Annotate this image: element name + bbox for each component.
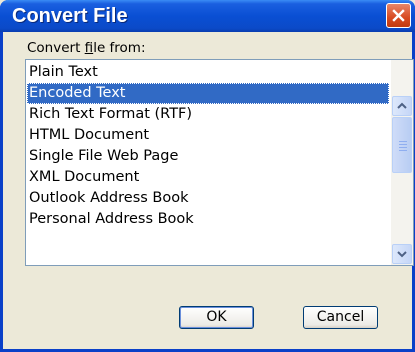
thumb-grip-line bbox=[399, 150, 407, 151]
list-item-single-file-web-page[interactable]: Single File Web Page bbox=[27, 146, 389, 167]
accelerator-key: f bbox=[84, 40, 94, 56]
file-format-listbox[interactable]: Plain Text Encoded Text Rich Text Format… bbox=[25, 59, 414, 266]
list-item-plain-text[interactable]: Plain Text bbox=[27, 62, 389, 83]
close-icon bbox=[392, 9, 405, 22]
chevron-up-icon bbox=[397, 102, 407, 109]
convert-file-dialog: Convert File Convert file from: Plain Te… bbox=[0, 0, 415, 352]
list-item-html-document[interactable]: HTML Document bbox=[27, 125, 389, 146]
scroll-down-button[interactable] bbox=[392, 244, 412, 264]
thumb-grip-line bbox=[399, 141, 407, 142]
ok-button[interactable]: OK bbox=[179, 306, 254, 329]
scroll-up-button[interactable] bbox=[392, 96, 412, 116]
dialog-title: Convert File bbox=[12, 5, 128, 27]
list-item-outlook-address-book[interactable]: Outlook Address Book bbox=[27, 188, 389, 209]
chevron-down-icon bbox=[397, 251, 407, 258]
list-item-personal-address-book[interactable]: Personal Address Book bbox=[27, 209, 389, 230]
file-format-list: Plain Text Encoded Text Rich Text Format… bbox=[27, 62, 389, 230]
list-item-rtf[interactable]: Rich Text Format (RTF) bbox=[27, 104, 389, 125]
close-button[interactable] bbox=[386, 3, 411, 28]
cancel-button[interactable]: Cancel bbox=[303, 306, 378, 329]
title-bar[interactable]: Convert File bbox=[0, 0, 415, 32]
thumb-grip-line bbox=[399, 144, 407, 145]
list-item-encoded-text[interactable]: Encoded Text bbox=[27, 83, 389, 104]
vertical-scrollbar[interactable] bbox=[391, 60, 413, 265]
list-item-xml-document[interactable]: XML Document bbox=[27, 167, 389, 188]
thumb-grip-line bbox=[399, 147, 407, 148]
convert-from-label: Convert file from: bbox=[27, 40, 146, 56]
scroll-thumb[interactable] bbox=[392, 117, 412, 173]
